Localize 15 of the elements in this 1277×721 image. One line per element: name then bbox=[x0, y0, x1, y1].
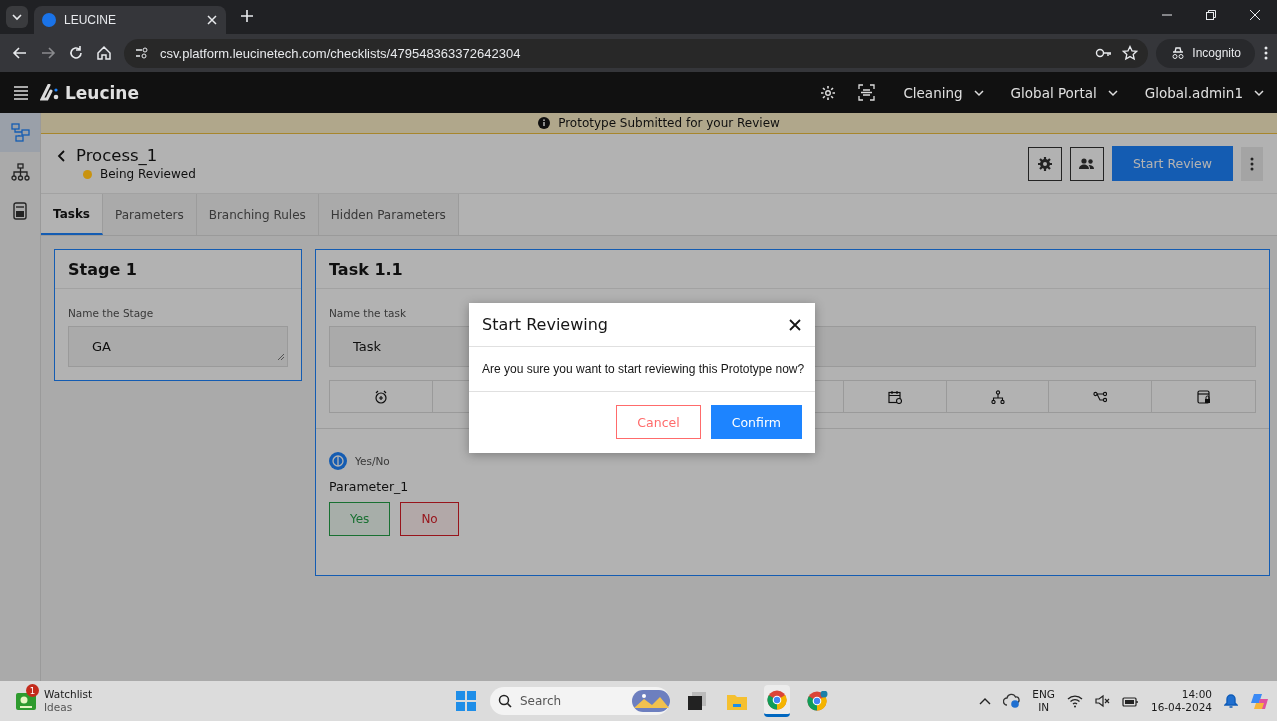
notification-badge: 1 bbox=[26, 684, 39, 697]
dialog-message: Are you sure you want to start reviewing this Prototype now? bbox=[469, 347, 815, 392]
field-label: Name the task bbox=[329, 307, 407, 319]
status-text: Being Reviewed bbox=[100, 167, 196, 181]
parameter-name: Parameter_1 bbox=[329, 479, 410, 494]
widget-title: Watchlist bbox=[44, 688, 93, 701]
tab-title: LEUCINE bbox=[64, 13, 117, 27]
process-title: Process_1 bbox=[76, 146, 158, 165]
brand-name: Leucine bbox=[65, 82, 139, 103]
field-label: Name the Stage bbox=[68, 307, 155, 319]
task-title: Task 1.1 bbox=[316, 250, 1269, 289]
parameter-type: Yes/No bbox=[355, 455, 390, 467]
stage-title: Stage 1 bbox=[55, 250, 301, 289]
banner-text: Prototype Submitted for your Review bbox=[558, 116, 780, 130]
widget-subtitle: Ideas bbox=[44, 701, 74, 714]
